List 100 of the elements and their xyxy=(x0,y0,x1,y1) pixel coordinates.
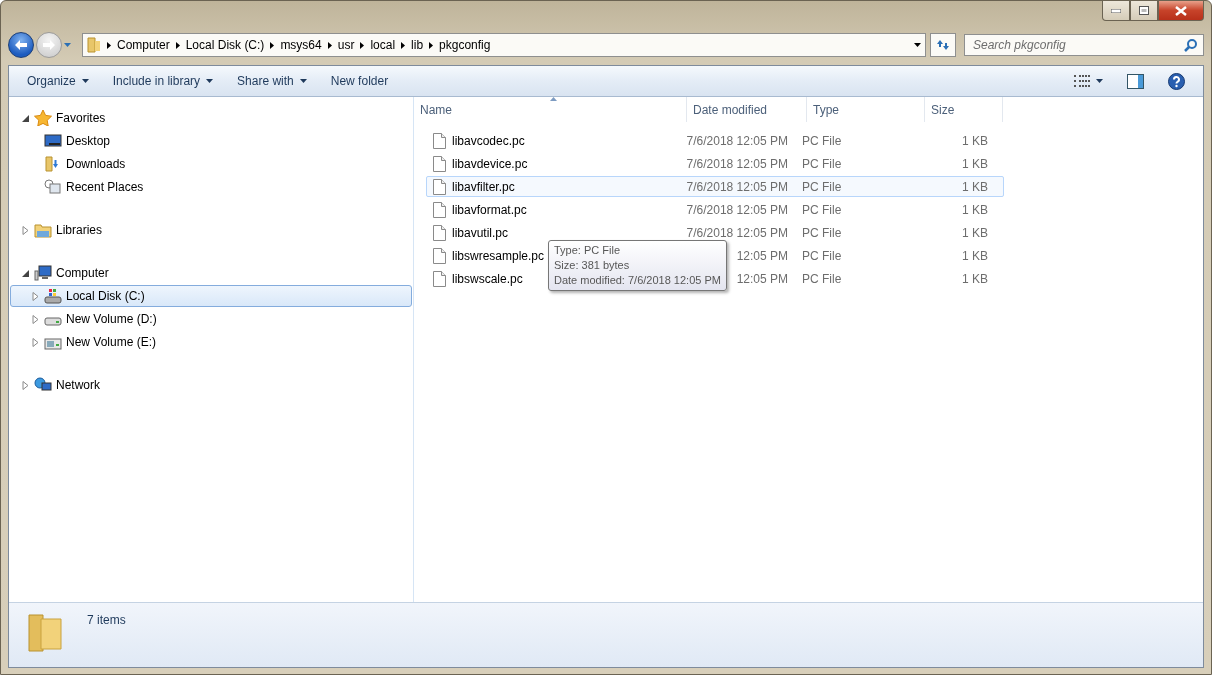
folder-icon xyxy=(87,37,101,53)
navigation-item[interactable]: Desktop xyxy=(10,130,412,152)
forward-arrow-icon xyxy=(43,40,55,50)
back-button[interactable] xyxy=(8,32,34,58)
date-modified: 7/6/2018 12:05 PM xyxy=(686,133,788,148)
file-icon xyxy=(433,224,446,241)
file-type: PC File xyxy=(802,248,843,263)
breadcrumb[interactable]: local xyxy=(370,38,396,52)
date-modified: 7/6/2018 12:05 PM xyxy=(686,202,788,217)
caret-icon xyxy=(1096,79,1103,83)
search-field[interactable]: Search pkgconfig xyxy=(964,34,1204,56)
navigation-item[interactable]: Network xyxy=(10,374,412,396)
file-size: 1 KB xyxy=(961,156,988,171)
desktop-icon xyxy=(44,133,62,149)
preview-pane-icon xyxy=(1127,73,1144,89)
file-type: PC File xyxy=(802,271,843,286)
file-name[interactable]: libavcodec.pc xyxy=(452,133,525,148)
file-name[interactable]: libavformat.pc xyxy=(452,202,527,217)
file-size: 1 KB xyxy=(961,271,988,286)
file-size: 1 KB xyxy=(961,248,988,263)
date-modified: 7/6/2018 12:05 PM xyxy=(686,156,788,171)
file-size: 1 KB xyxy=(961,225,988,240)
navigation-item[interactable]: Libraries xyxy=(10,219,412,241)
folder-icon xyxy=(27,611,63,653)
navigation-item[interactable]: Downloads xyxy=(10,153,412,175)
minimize-icon xyxy=(1111,8,1121,13)
close-icon xyxy=(1175,5,1187,16)
toolbar-button[interactable]: New folder xyxy=(322,71,397,91)
search-icon xyxy=(1184,38,1197,52)
library-folder-icon xyxy=(34,222,52,238)
network-icon xyxy=(34,377,52,393)
chevron-icon[interactable] xyxy=(327,41,332,49)
breadcrumb[interactable]: usr xyxy=(337,38,355,52)
breadcrumb[interactable]: lib xyxy=(411,38,424,52)
chevron-icon[interactable] xyxy=(401,41,406,49)
file-icon xyxy=(433,155,446,172)
chevron-icon[interactable] xyxy=(360,41,365,49)
date-modified: 12:05 PM xyxy=(736,271,788,286)
column-header[interactable]: Date modified xyxy=(687,97,807,122)
navigation-item[interactable]: Favorites xyxy=(10,107,412,129)
navigation-item[interactable]: Computer xyxy=(10,262,412,284)
address-bar[interactable]: Computer Local Disk (C:) msys64 usr local lib pkgconfig xyxy=(82,33,926,57)
toolbar-button[interactable]: Share with xyxy=(229,71,315,91)
help-icon xyxy=(1168,72,1185,90)
maximize-button[interactable] xyxy=(1130,1,1158,21)
file-name[interactable]: libswscale.pc xyxy=(452,271,523,286)
file-name[interactable]: libswresample.pc xyxy=(452,248,545,263)
file-name[interactable]: libavdevice.pc xyxy=(452,156,528,171)
chevron-icon[interactable] xyxy=(429,41,434,49)
recent-places-icon xyxy=(44,179,62,195)
chevron-icon[interactable] xyxy=(175,41,180,49)
file-name[interactable]: libavfilter.pc xyxy=(452,179,515,194)
refresh-button[interactable] xyxy=(930,33,956,57)
breadcrumb[interactable]: Local Disk (C:) xyxy=(185,38,265,52)
navigation-item[interactable]: New Volume (D:) xyxy=(10,308,412,330)
expand-arrow-icon[interactable] xyxy=(21,268,30,278)
column-header[interactable]: Size xyxy=(925,97,1003,122)
toolbar-button[interactable]: Organize xyxy=(19,71,97,91)
navigation-item[interactable]: Recent Places xyxy=(10,176,412,198)
sort-arrow-icon xyxy=(550,97,557,101)
navigation-item[interactable]: Local Disk (C:) xyxy=(10,285,412,307)
expand-arrow-icon[interactable] xyxy=(21,113,30,123)
column-header[interactable]: Name xyxy=(414,97,687,122)
chevron-icon[interactable] xyxy=(270,41,275,49)
column-header[interactable]: Type xyxy=(807,97,925,122)
file-type: PC File xyxy=(802,202,843,217)
file-type: PC File xyxy=(802,156,843,171)
toolbar-button[interactable]: Include in library xyxy=(104,71,222,91)
caret-icon xyxy=(914,43,921,47)
refresh-icon xyxy=(936,39,950,51)
breadcrumb[interactable]: Computer xyxy=(117,38,170,52)
computer-icon xyxy=(34,265,52,281)
date-modified: 7/6/2018 12:05 PM xyxy=(686,225,788,240)
highlighted-row[interactable]: libavfilter.pc 7/6/2018 12:05 PM PC File 1 KB xyxy=(426,176,1004,197)
tooltip-line: Type: PC File xyxy=(554,243,622,258)
file-size: 1 KB xyxy=(961,133,988,148)
details-view-icon xyxy=(1074,75,1090,87)
date-modified: 12:05 PM xyxy=(736,248,788,263)
navigation-item[interactable]: New Volume (E:) xyxy=(10,331,412,353)
file-icon xyxy=(433,201,446,218)
file-name[interactable]: libavutil.pc xyxy=(452,225,509,240)
back-arrow-icon xyxy=(15,40,27,50)
file-icon xyxy=(433,178,446,195)
system-drive-icon xyxy=(44,288,62,304)
file-icon xyxy=(433,132,446,149)
tooltip-line: Size: 381 bytes xyxy=(554,258,631,273)
breadcrumb[interactable]: msys64 xyxy=(280,38,322,52)
breadcrumb[interactable]: pkgconfig xyxy=(439,38,491,52)
date-modified: 7/6/2018 12:05 PM xyxy=(686,179,788,194)
maximize-icon xyxy=(1139,6,1149,15)
item-count: 7 items xyxy=(87,613,126,627)
file-type: PC File xyxy=(802,179,843,194)
caret-icon xyxy=(64,43,71,47)
chevron-icon[interactable] xyxy=(107,41,111,49)
close-button[interactable] xyxy=(1158,1,1204,21)
file-size: 1 KB xyxy=(961,202,988,217)
search-input[interactable]: Search pkgconfig xyxy=(971,37,1184,53)
file-size: 1 KB xyxy=(961,179,988,194)
minimize-button[interactable] xyxy=(1102,1,1130,21)
file-type: PC File xyxy=(802,133,843,148)
